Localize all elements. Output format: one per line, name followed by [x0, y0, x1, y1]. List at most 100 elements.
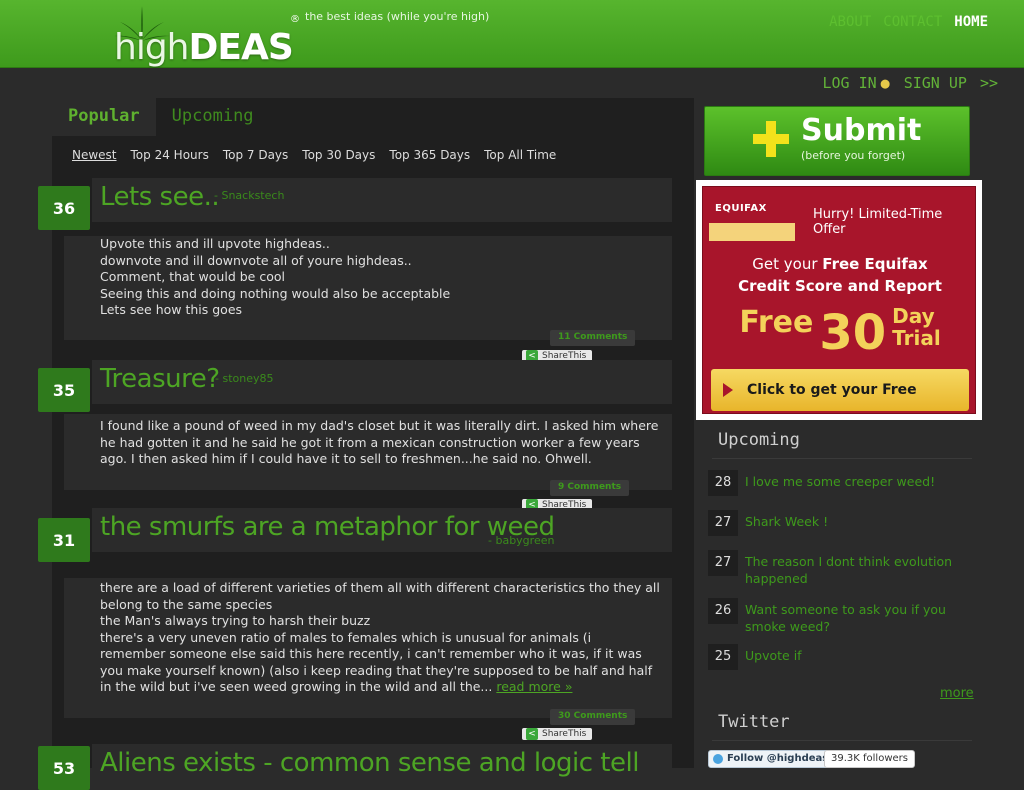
logo-text-bold: DEAS — [188, 27, 294, 68]
login-label: LOG IN — [822, 74, 877, 92]
filter-top-7-days[interactable]: Top 7 Days — [223, 148, 288, 162]
upcoming-title[interactable]: Want someone to ask you if you smoke wee… — [745, 601, 955, 635]
lock-icon: ● — [880, 74, 890, 92]
tab-upcoming[interactable]: Upcoming — [156, 98, 270, 136]
post-body-line: Upvote this and ill upvote highdeas.. — [100, 236, 330, 251]
upcoming-title[interactable]: I love me some creeper weed! — [745, 473, 955, 490]
share-icon: < — [526, 728, 538, 740]
post-title[interactable]: Aliens exists - common sense and logic t… — [100, 748, 639, 778]
upcoming-votes: 27 — [708, 510, 738, 536]
plus-icon — [753, 121, 789, 157]
ad-trial: Trial — [892, 326, 941, 350]
logo-text: highDEAS — [114, 27, 294, 68]
post-body-line: Comment, that would be cool — [100, 269, 285, 284]
twitter-bird-icon — [713, 754, 723, 764]
divider — [712, 740, 972, 741]
top-nav: ABOUT CONTACT HOME — [829, 14, 988, 30]
upcoming-votes: 27 — [708, 550, 738, 576]
login-link[interactable]: LOG IN ● — [822, 74, 889, 92]
post-author[interactable]: - stoney85 — [215, 372, 274, 385]
filter-top-24-hours[interactable]: Top 24 Hours — [131, 148, 209, 162]
ad-line1-pre: Get your — [752, 255, 823, 273]
comments-link[interactable]: 9 Comments — [550, 480, 630, 496]
post-body-line: Lets see how this goes — [100, 302, 243, 317]
site-header: highDEAS ® the best ideas (while you're … — [0, 0, 1024, 68]
post-body: there are a load of different varieties … — [100, 580, 660, 696]
comments-link[interactable]: 11 Comments — [550, 330, 636, 346]
nav-about[interactable]: ABOUT — [829, 14, 871, 30]
nav-contact[interactable]: CONTACT — [883, 14, 942, 30]
registered-mark: ® — [290, 14, 300, 25]
post-title[interactable]: the smurfs are a metaphor for weed — [100, 512, 555, 542]
submit-label: Submit — [801, 113, 922, 148]
vote-count[interactable]: 35 — [38, 368, 90, 412]
site-tagline: the best ideas (while you're high) — [305, 10, 490, 23]
ad-hurry: Hurry! Limited-Time Offer — [813, 207, 943, 237]
upcoming-title[interactable]: The reason I dont think evolution happen… — [745, 553, 955, 587]
equifax-ad[interactable]: EQUIFAX Hurry! Limited-Time Offer Get yo… — [696, 180, 982, 440]
twitter-follow-button[interactable]: Follow @highdeas — [708, 750, 836, 768]
ad-line2: Credit Score and Report — [738, 277, 942, 295]
post-title[interactable]: Lets see.. — [100, 182, 220, 212]
post-body-line: there's a very uneven ratio of males to … — [100, 630, 660, 696]
read-more-link[interactable]: read more » — [496, 679, 572, 694]
signup-arrows-icon: >> — [979, 74, 998, 92]
nav-home[interactable]: HOME — [954, 14, 988, 30]
signup-label: SIGN UP — [903, 74, 967, 92]
post-author[interactable]: - babygreen — [488, 534, 554, 547]
equifax-logo: EQUIFAX — [709, 197, 795, 241]
upcoming-title[interactable]: Shark Week ! — [745, 513, 955, 530]
post-body-line: I found like a pound of weed in my dad's… — [100, 418, 659, 466]
ad-free: Free — [739, 305, 814, 340]
sidebar-panel: Upcoming 28 I love me some creeper weed!… — [696, 422, 990, 768]
ad-free-trial: Free 30 Day Trial — [703, 305, 977, 361]
share-button[interactable]: < ShareThis — [522, 728, 593, 740]
site-logo[interactable]: highDEAS ® — [112, 4, 302, 68]
ad-cta-button[interactable]: Click to get your Free Score! — [711, 369, 969, 440]
filter-top-365-days[interactable]: Top 365 Days — [389, 148, 470, 162]
vote-count[interactable]: 31 — [38, 518, 90, 562]
follow-label: Follow @highdeas — [727, 753, 829, 764]
more-upcoming-link[interactable]: more — [940, 686, 974, 701]
main-column: Popular Upcoming Newest Top 24 Hours Top… — [38, 98, 694, 790]
followers-count: 39.3K followers — [824, 750, 915, 768]
comments-link[interactable]: 30 Comments — [550, 709, 636, 725]
upcoming-heading: Upcoming — [718, 430, 800, 450]
time-filters: Newest Top 24 Hours Top 7 Days Top 30 Da… — [72, 148, 556, 162]
filter-top-30-days[interactable]: Top 30 Days — [302, 148, 375, 162]
upcoming-votes: 28 — [708, 470, 738, 496]
play-arrow-icon — [723, 383, 733, 397]
filter-top-all-time[interactable]: Top All Time — [484, 148, 556, 162]
post-title[interactable]: Treasure? — [100, 364, 220, 394]
vote-count[interactable]: 53 — [38, 746, 90, 790]
upcoming-votes: 25 — [708, 644, 738, 670]
submit-sublabel: (before you forget) — [801, 149, 906, 162]
tab-popular[interactable]: Popular — [52, 98, 156, 136]
submit-button[interactable]: Submit (before you forget) — [704, 106, 970, 176]
ad-headline: Get your Free Equifax Credit Score and R… — [703, 253, 977, 297]
signup-link[interactable]: SIGN UP >> — [904, 74, 998, 92]
twitter-heading: Twitter — [718, 712, 790, 732]
divider — [712, 458, 972, 459]
logo-text-thin: high — [114, 27, 189, 68]
ad-banner: EQUIFAX Hurry! Limited-Time Offer Get yo… — [702, 186, 977, 440]
post-body: I found like a pound of weed in my dad's… — [100, 418, 660, 468]
equifax-brand: EQUIFAX — [709, 197, 795, 223]
filter-newest[interactable]: Newest — [72, 148, 117, 162]
post-body-line: there are a load of different varieties … — [100, 580, 660, 612]
feed-tabs: Popular Upcoming — [52, 98, 270, 136]
post-body-line: the Man's always trying to harsh their b… — [100, 613, 371, 628]
share-label: ShareThis — [542, 729, 587, 739]
account-bar: LOG IN ● SIGN UP >> — [0, 68, 1024, 98]
ad-number: 30 — [819, 305, 887, 361]
ribbon-icon — [709, 223, 795, 241]
ad-line1-bold: Free Equifax — [822, 255, 928, 273]
upcoming-votes: 26 — [708, 598, 738, 624]
post-body: Upvote this and ill upvote highdeas.. do… — [100, 236, 660, 319]
post-body-line: downvote and ill downvote all of youre h… — [100, 252, 412, 268]
post-author[interactable]: - Snackstech — [214, 189, 284, 202]
ad-day: Day — [892, 304, 935, 328]
upcoming-title[interactable]: Upvote if — [745, 647, 955, 664]
post-body-line: Seeing this and doing nothing would also… — [100, 285, 451, 301]
vote-count[interactable]: 36 — [38, 186, 90, 230]
